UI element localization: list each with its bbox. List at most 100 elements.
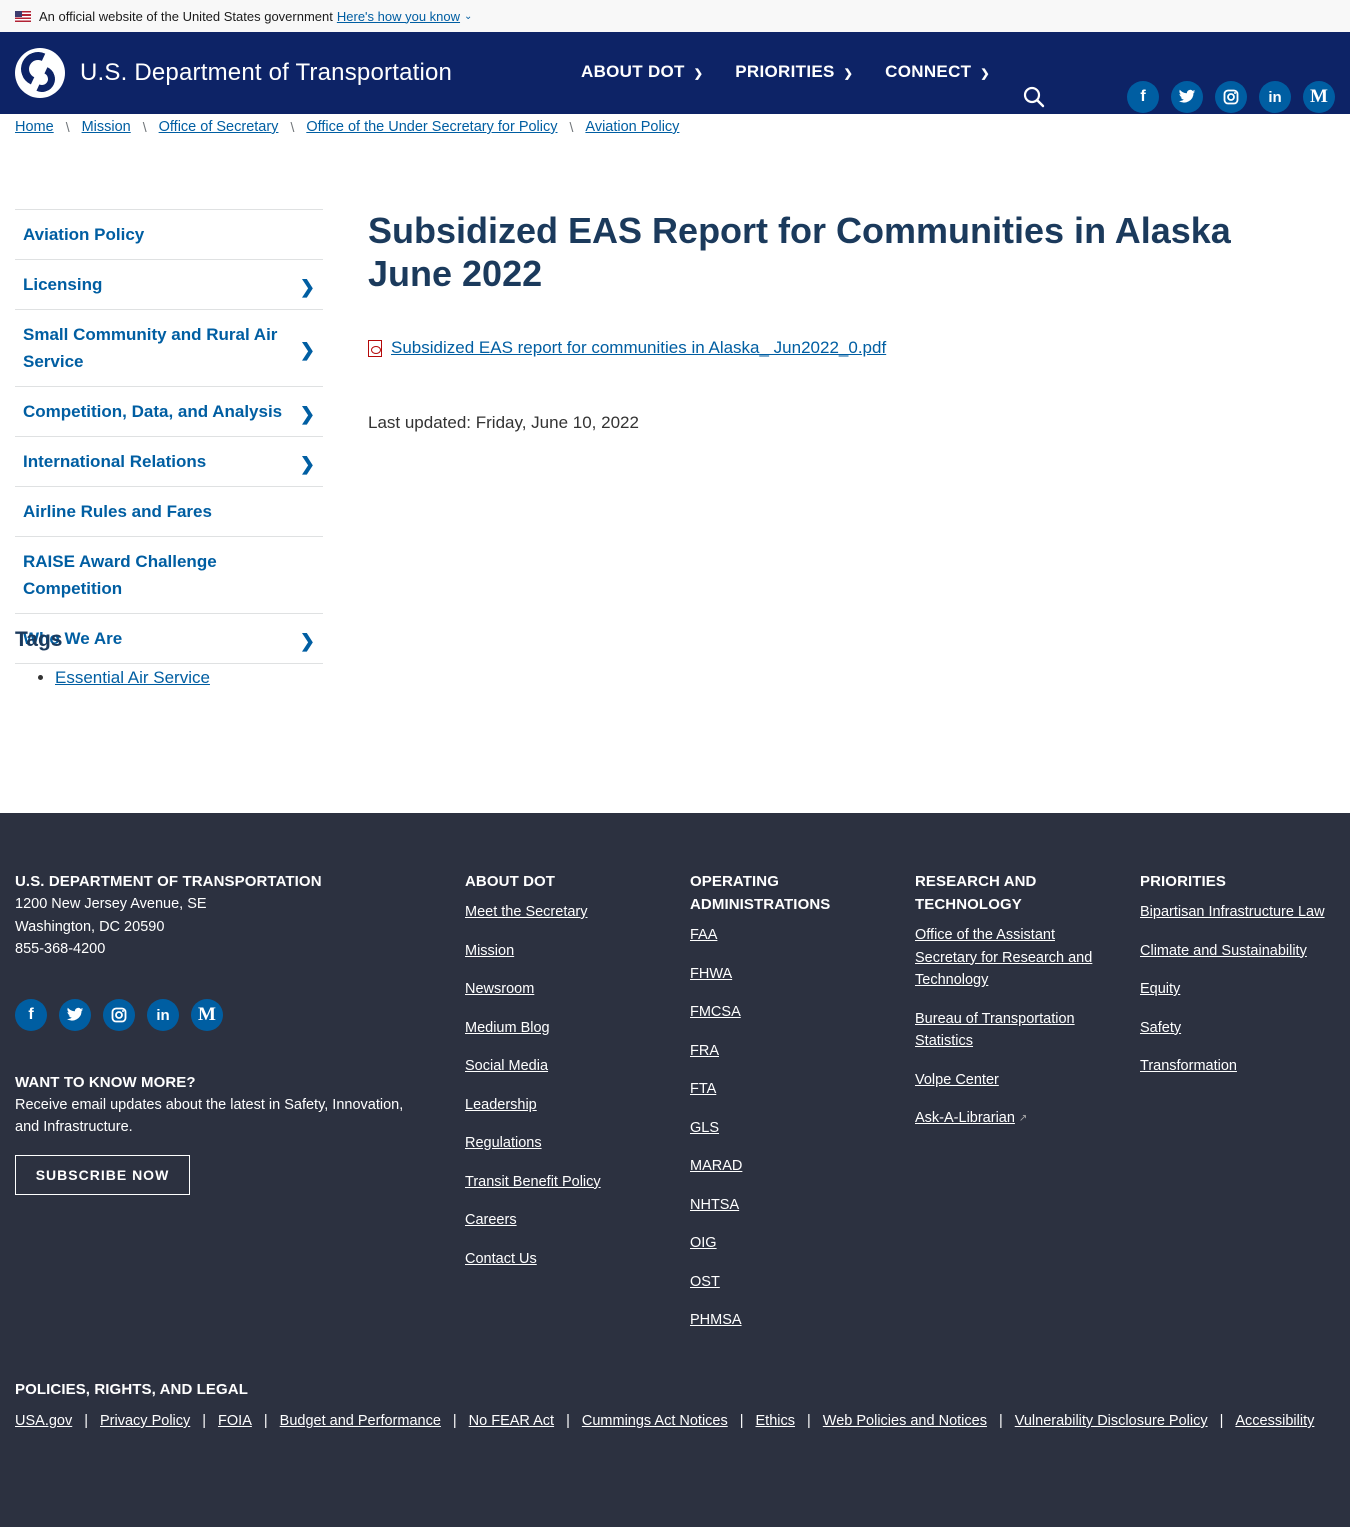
sidebar-nav: Aviation Policy Licensing ❯ Small Communi… <box>15 209 323 664</box>
footer-link[interactable]: Meet the Secretary <box>465 901 665 924</box>
breadcrumb-mission[interactable]: Mission <box>82 119 131 135</box>
footer-legal-title: POLICIES, RIGHTS, AND LEGAL <box>15 1381 248 1398</box>
twitter-icon[interactable] <box>59 999 91 1031</box>
footer-link[interactable]: PHMSA <box>690 1309 890 1332</box>
legal-link[interactable]: No FEAR Act <box>469 1413 554 1429</box>
sidebar-item-airline-rules[interactable]: Airline Rules and Fares <box>15 487 323 537</box>
legal-link[interactable]: Privacy Policy <box>100 1413 190 1429</box>
footer-link[interactable]: Transformation <box>1140 1055 1340 1078</box>
footer-link[interactable]: FMCSA <box>690 1001 890 1024</box>
sidebar-item-licensing[interactable]: Licensing ❯ <box>15 260 323 310</box>
facebook-icon[interactable]: f <box>15 999 47 1031</box>
footer-research-title: RESEARCH AND TECHNOLOGY <box>915 873 1037 913</box>
footer-link[interactable]: Regulations <box>465 1132 665 1155</box>
pdf-download-link[interactable]: Subsidized EAS report for communities in… <box>391 338 886 358</box>
footer-link[interactable]: Bipartisan Infrastructure Law <box>1140 901 1340 924</box>
footer-link[interactable]: Mission <box>465 940 665 963</box>
medium-icon[interactable]: M <box>191 999 223 1031</box>
footer-org: U.S. DEPARTMENT OF TRANSPORTATION 1200 N… <box>15 870 322 961</box>
sidebar-item-aviation-policy[interactable]: Aviation Policy <box>15 210 323 260</box>
chevron-down-icon: ❯ <box>843 68 854 80</box>
breadcrumb-separator: \ <box>569 119 574 135</box>
search-icon[interactable] <box>1022 85 1046 109</box>
breadcrumb-aviation-policy[interactable]: Aviation Policy <box>585 119 679 135</box>
sidebar-item-raise-award[interactable]: RAISE Award Challenge Competition <box>15 537 323 614</box>
breadcrumb-under-secretary[interactable]: Office of the Under Secretary for Policy <box>306 119 557 135</box>
footer-link[interactable]: FAA <box>690 924 890 947</box>
external-link-icon: ↗ <box>1018 1112 1028 1124</box>
newsletter-text: Receive email updates about the latest i… <box>15 1097 404 1135</box>
sidebar-item-small-community[interactable]: Small Community and Rural Air Service ❯ <box>15 310 323 387</box>
nav-priorities[interactable]: PRIORITIES ❯ <box>735 62 853 82</box>
chevron-down-icon: ❯ <box>693 68 704 80</box>
heres-how-you-know-link[interactable]: Here's how you know <box>337 9 460 24</box>
footer-link[interactable]: FRA <box>690 1040 890 1063</box>
linkedin-icon[interactable]: in <box>147 999 179 1031</box>
newsletter-section: WANT TO KNOW MORE? Receive email updates… <box>15 1071 415 1138</box>
footer-link[interactable]: Contact Us <box>465 1248 665 1271</box>
sidebar-item-international[interactable]: International Relations ❯ <box>15 437 323 487</box>
footer-link[interactable]: Climate and Sustainability <box>1140 940 1340 963</box>
footer-link[interactable]: FTA <box>690 1078 890 1101</box>
site-title[interactable]: U.S. Department of Transportation <box>80 59 452 87</box>
footer-link[interactable]: MARAD <box>690 1155 890 1178</box>
footer-link[interactable]: FHWA <box>690 963 890 986</box>
footer-address-line1: 1200 New Jersey Avenue, SE <box>15 896 207 912</box>
chevron-down-icon[interactable]: ⌄ <box>464 11 472 22</box>
legal-link[interactable]: Ethics <box>756 1413 796 1429</box>
footer-priorities-title: PRIORITIES <box>1140 873 1227 890</box>
breadcrumb-office-of-secretary[interactable]: Office of Secretary <box>159 119 279 135</box>
chevron-right-icon[interactable]: ❯ <box>300 401 315 428</box>
footer-research-column: RESEARCH AND TECHNOLOGY Office of the As… <box>915 870 1115 1130</box>
legal-link[interactable]: Budget and Performance <box>280 1413 441 1429</box>
instagram-icon[interactable] <box>103 999 135 1031</box>
breadcrumb-home[interactable]: Home <box>15 119 54 135</box>
subscribe-button[interactable]: SUBSCRIBE NOW <box>15 1155 190 1195</box>
twitter-icon[interactable] <box>1171 81 1203 113</box>
tag-link[interactable]: Essential Air Service <box>55 668 210 687</box>
footer-link[interactable]: Bureau of Transportation Statistics <box>915 1008 1115 1053</box>
footer-link[interactable]: Volpe Center <box>915 1069 1115 1092</box>
nav-about-dot[interactable]: ABOUT DOT ❯ <box>581 62 703 82</box>
linkedin-icon[interactable]: in <box>1259 81 1291 113</box>
site-footer: U.S. DEPARTMENT OF TRANSPORTATION 1200 N… <box>0 813 1350 1527</box>
legal-link[interactable]: Web Policies and Notices <box>823 1413 987 1429</box>
footer-link[interactable]: Social Media <box>465 1055 665 1078</box>
footer-link[interactable]: Office of the Assistant Secretary for Re… <box>915 924 1115 992</box>
pdf-icon <box>368 339 382 357</box>
page-title: Subsidized EAS Report for Communities in… <box>368 210 1231 294</box>
footer-link[interactable]: Newsroom <box>465 978 665 1001</box>
chevron-right-icon[interactable]: ❯ <box>300 274 315 301</box>
dot-logo[interactable] <box>15 48 65 98</box>
chevron-right-icon[interactable]: ❯ <box>300 337 315 364</box>
footer-link[interactable]: Transit Benefit Policy <box>465 1171 665 1194</box>
tags-list: Essential Air Service <box>55 668 210 688</box>
footer-link[interactable]: Safety <box>1140 1017 1340 1040</box>
footer-link[interactable]: OST <box>690 1271 890 1294</box>
footer-address-line2: Washington, DC 20590 <box>15 918 165 935</box>
footer-about-column: ABOUT DOT Meet the Secretary Mission New… <box>465 870 665 1270</box>
footer-link[interactable]: Careers <box>465 1209 665 1232</box>
legal-link[interactable]: Vulnerability Disclosure Policy <box>1015 1413 1208 1429</box>
legal-link[interactable]: USA.gov <box>15 1413 72 1429</box>
footer-link[interactable]: Ask-A-Librarian <box>915 1107 1015 1130</box>
footer-link[interactable]: Equity <box>1140 978 1340 1001</box>
instagram-icon[interactable] <box>1215 81 1247 113</box>
footer-link[interactable]: NHTSA <box>690 1194 890 1217</box>
legal-link[interactable]: Accessibility <box>1235 1413 1314 1429</box>
footer-ops-column: OPERATING ADMINISTRATIONS FAA FHWA FMCSA… <box>690 870 890 1332</box>
facebook-icon[interactable]: f <box>1127 81 1159 113</box>
chevron-right-icon[interactable]: ❯ <box>300 628 315 655</box>
nav-connect[interactable]: CONNECT ❯ <box>885 62 990 82</box>
footer-link[interactable]: Medium Blog <box>465 1017 665 1040</box>
footer-link[interactable]: GLS <box>690 1117 890 1140</box>
footer-link[interactable]: Leadership <box>465 1094 665 1117</box>
medium-icon[interactable]: M <box>1303 81 1335 113</box>
legal-link[interactable]: Cummings Act Notices <box>582 1413 728 1429</box>
legal-link[interactable]: FOIA <box>218 1413 252 1429</box>
footer-about-title: ABOUT DOT <box>465 873 556 890</box>
footer-link[interactable]: OIG <box>690 1232 890 1255</box>
chevron-right-icon[interactable]: ❯ <box>300 451 315 478</box>
sidebar-item-competition[interactable]: Competition, Data, and Analysis ❯ <box>15 387 323 437</box>
chevron-down-icon: ❯ <box>980 68 990 80</box>
